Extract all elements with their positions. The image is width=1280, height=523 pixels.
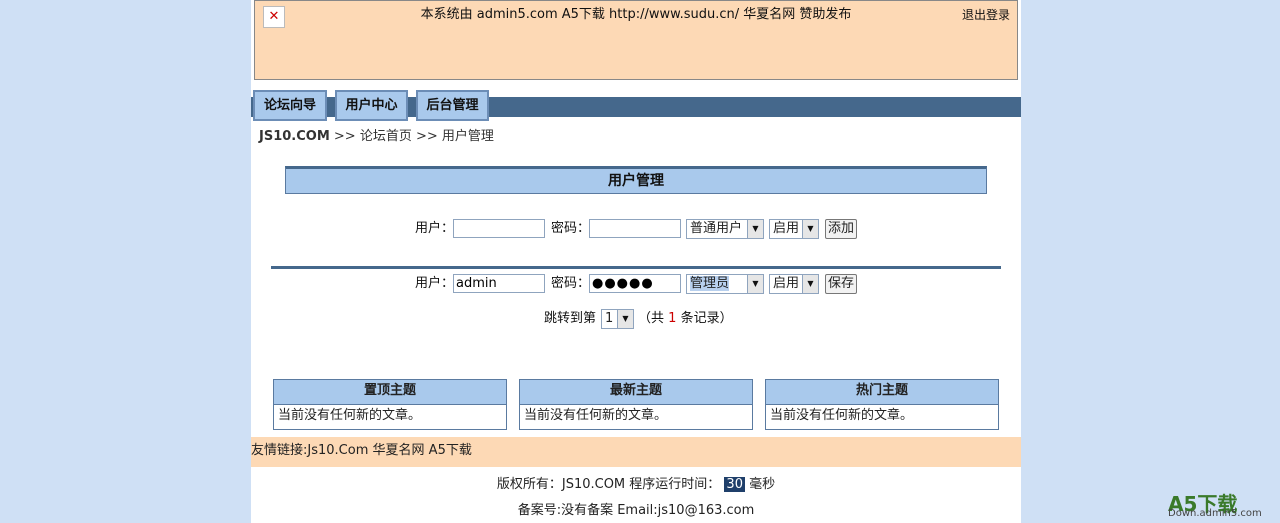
friend-links-bar: 友情链接:Js10.Com 华夏名网 A5下载 (251, 437, 1021, 467)
hot-topics-title: 热门主题 (766, 380, 998, 405)
edit-role-select[interactable]: 管理员 ▼ (686, 274, 764, 294)
edit-role-value: 管理员 (690, 276, 730, 291)
add-user-form: 用户： 密码： 普通用户 ▼ 启用 ▼ 添加 (251, 218, 1021, 240)
tab-forum-guide[interactable]: 论坛向导 (253, 90, 327, 121)
jump-label: 跳转到第 (544, 311, 597, 326)
friend-link-js10[interactable]: Js10.Com (307, 443, 368, 458)
chevron-down-icon: ▼ (802, 275, 818, 293)
hot-topics-body: 当前没有任何新的文章。 (770, 408, 914, 423)
edit-password-label: 密码： (551, 276, 591, 291)
chevron-down-icon: ▼ (802, 220, 818, 238)
latest-topics-box: 最新主题 当前没有任何新的文章。 (519, 379, 753, 430)
watermark: A5下载 Down.admin5.com (1168, 488, 1273, 522)
edit-password-input[interactable] (589, 274, 681, 293)
sponsor-notice: 本系统由 admin5.com A5下载 http://www.sudu.cn/… (420, 7, 852, 22)
save-button[interactable]: 保存 (825, 274, 857, 294)
breadcrumb-trail[interactable]: >> 论坛首页 >> 用户管理 (334, 129, 494, 144)
watermark-url: Down.admin5.com (1168, 508, 1262, 519)
tab-user-center[interactable]: 用户中心 (335, 90, 408, 121)
runtime-value: 30 (724, 477, 745, 492)
friend-link-a5[interactable]: A5下载 (429, 443, 472, 458)
record-count-value: 1 (668, 311, 677, 326)
latest-topics-body: 当前没有任何新的文章。 (524, 408, 668, 423)
footer-icp: 备案号:没有备案 Email:js10@163.com (517, 503, 755, 518)
header-banner: ✕ 本系统由 admin5.com A5下载 http://www.sudu.c… (254, 0, 1018, 80)
footer-copyright: 版权所有：JS10.COM 程序运行时间： 30 毫秒 (251, 473, 1021, 492)
page-container: ✕ 本系统由 admin5.com A5下载 http://www.sudu.c… (251, 0, 1021, 523)
record-count-suffix: 条记录） (680, 311, 733, 326)
chevron-down-icon: ▼ (617, 310, 633, 328)
add-password-label: 密码： (551, 221, 591, 236)
chevron-down-icon: ▼ (747, 275, 763, 293)
friend-links-label: 友情链接: (251, 443, 308, 458)
breadcrumb: JS10.COM >> 论坛首页 >> 用户管理 (259, 125, 494, 144)
latest-topics-title: 最新主题 (520, 380, 752, 405)
tab-admin[interactable]: 后台管理 (416, 90, 489, 121)
add-username-input[interactable] (453, 219, 545, 238)
pinned-topics-body: 当前没有任何新的文章。 (278, 408, 422, 423)
add-user-label: 用户： (415, 221, 455, 236)
edit-username-input[interactable] (453, 274, 545, 293)
copyright-text: 版权所有：JS10.COM 程序运行时间： (496, 477, 721, 492)
add-button[interactable]: 添加 (825, 219, 857, 239)
pinned-topics-title: 置顶主题 (274, 380, 506, 405)
add-role-value: 普通用户 (690, 221, 743, 236)
page-select-value: 1 (605, 311, 614, 326)
add-role-select[interactable]: 普通用户 ▼ (686, 219, 764, 239)
record-count: （共 1 条记录） (638, 308, 733, 330)
record-count-prefix: （共 (638, 311, 665, 326)
add-status-value: 启用 (773, 221, 800, 236)
runtime-unit: 毫秒 (749, 477, 776, 492)
edit-status-value: 启用 (773, 276, 800, 291)
add-status-select[interactable]: 启用 ▼ (769, 219, 819, 239)
breadcrumb-site[interactable]: JS10.COM (259, 129, 330, 144)
logout-link[interactable]: 退出登录 (962, 6, 1010, 23)
edit-user-label: 用户： (415, 276, 455, 291)
panel-title: 用户管理 (285, 166, 987, 194)
pinned-topics-box: 置顶主题 当前没有任何新的文章。 (273, 379, 507, 430)
user-row: 用户： 密码： 管理员 ▼ 启用 ▼ 保存 (251, 273, 1021, 295)
chevron-down-icon: ▼ (747, 220, 763, 238)
page-select[interactable]: 1 ▼ (601, 309, 634, 329)
hot-topics-box: 热门主题 当前没有任何新的文章。 (765, 379, 999, 430)
section-divider (271, 266, 1001, 269)
friend-link-sudu[interactable]: 华夏名网 (373, 443, 425, 458)
add-password-input[interactable] (589, 219, 681, 238)
edit-status-select[interactable]: 启用 ▼ (769, 274, 819, 294)
